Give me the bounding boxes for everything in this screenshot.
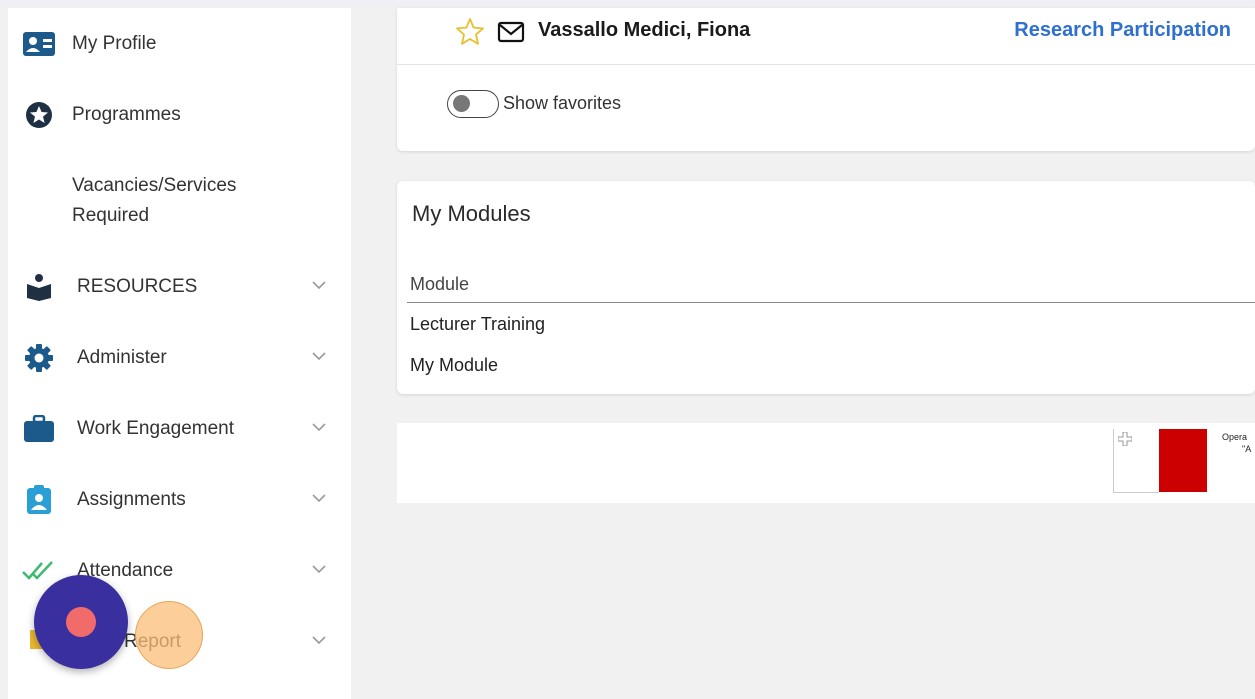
person-card: Vassallo Medici, Fiona Research Particip… (397, 8, 1255, 151)
record-dot-icon (66, 607, 96, 637)
sidebar-item-label: Vacancies/Services Required (72, 175, 237, 226)
sidebar-item-label: RESOURCES (77, 276, 198, 297)
record-button[interactable] (34, 575, 128, 669)
show-favorites-label: Show favorites (503, 93, 622, 113)
mail-icon[interactable] (497, 20, 525, 44)
modules-title: My Modules (412, 201, 531, 226)
sidebar-item-resources[interactable]: RESOURCES (8, 262, 351, 312)
show-favorites-toggle[interactable] (447, 90, 499, 118)
research-participation-link[interactable]: Research Participation (1014, 19, 1231, 42)
briefcase-icon (22, 415, 56, 442)
module-column-header: Module (410, 274, 470, 294)
flag-red-half (1159, 429, 1207, 492)
table-row[interactable]: My Module (410, 355, 498, 376)
chevron-down-icon[interactable] (310, 418, 328, 436)
footer-banner: Opera "A (397, 423, 1255, 503)
sidebar-item-vacancies[interactable]: Vacancies/Services Required (8, 171, 351, 235)
divider (407, 302, 1255, 303)
sidebar-item-label: Work Engagement (77, 418, 235, 439)
sidebar-item-assignments[interactable]: Assignments (8, 475, 351, 525)
sidebar-item-label: Assignments (77, 489, 186, 510)
george-cross-icon (1118, 432, 1132, 446)
chevron-down-icon[interactable] (310, 276, 328, 294)
clipboard-user-icon (22, 485, 56, 514)
banner-text-line: "A (1242, 444, 1252, 454)
chevron-down-icon[interactable] (310, 631, 328, 649)
sidebar-item-label: My Profile (72, 33, 157, 54)
person-row: Vassallo Medici, Fiona Research Particip… (397, 8, 1255, 65)
gear-icon (22, 344, 56, 372)
my-modules-card: My Modules Module Lecturer Training My M… (397, 181, 1255, 394)
toggle-knob (453, 95, 470, 112)
reader-icon (22, 274, 56, 301)
sidebar-item-work-engagement[interactable]: Work Engagement (8, 404, 351, 454)
malta-flag-logo (1113, 429, 1209, 493)
sidebar-item-administer[interactable]: Administer (8, 333, 351, 383)
star-outline-icon[interactable] (455, 17, 485, 47)
sidebar-item-label: Administer (77, 347, 167, 368)
chevron-down-icon[interactable] (310, 560, 328, 578)
flag-white-half (1113, 429, 1159, 493)
cursor-highlight (135, 601, 203, 669)
star-circle-icon (22, 102, 56, 128)
banner-text: Opera "A (1222, 431, 1255, 455)
banner-text-line: Opera (1222, 432, 1248, 442)
id-card-icon (22, 31, 56, 57)
chevron-down-icon[interactable] (310, 489, 328, 507)
double-check-icon (22, 558, 56, 584)
person-name: Vassallo Medici, Fiona (538, 19, 751, 41)
sidebar-item-programmes[interactable]: Programmes (8, 90, 351, 140)
sidebar-item-my-profile[interactable]: My Profile (8, 19, 351, 69)
chevron-down-icon[interactable] (310, 347, 328, 365)
sidebar-item-label: Programmes (72, 104, 181, 125)
top-strip (0, 0, 1255, 8)
table-row[interactable]: Lecturer Training (410, 314, 545, 335)
